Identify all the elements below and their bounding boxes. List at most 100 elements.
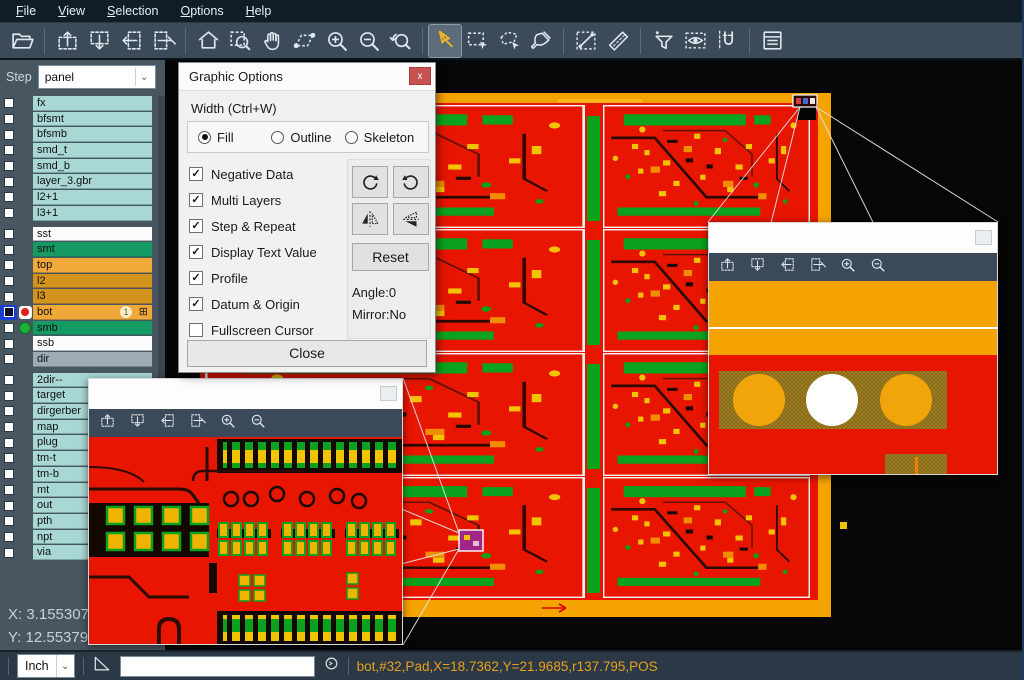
checkbox-display-text-value[interactable]: ✓Display Text Value	[189, 239, 317, 265]
board-move-left-icon[interactable]	[115, 25, 147, 57]
layer-row-bfsmb[interactable]: bfsmb	[0, 127, 165, 142]
dialog-title[interactable]: Graphic Options	[179, 63, 435, 91]
board-move-down-icon[interactable]	[129, 412, 146, 434]
layer-row-bot[interactable]: bot1⊞	[0, 305, 165, 320]
window-menu-button[interactable]	[975, 230, 992, 245]
layer-row-ssb[interactable]: ssb	[0, 336, 165, 351]
layer-row-layer_3.gbr[interactable]: layer_3.gbr	[0, 174, 165, 189]
layer-checkbox[interactable]	[0, 352, 17, 367]
layer-checkbox[interactable]	[0, 159, 17, 174]
layer-name[interactable]: smb	[33, 321, 152, 336]
layer-row-l3+1[interactable]: l3+1	[0, 206, 165, 221]
layer-checkbox[interactable]	[0, 190, 17, 205]
magnifier-view[interactable]	[709, 281, 997, 474]
layer-name[interactable]: l3	[33, 289, 152, 304]
zoom-area-icon[interactable]	[224, 25, 256, 57]
checkbox-negative-data[interactable]: ✓Negative Data	[189, 161, 317, 187]
layer-name[interactable]: smt	[33, 242, 152, 257]
magnifier-title-bar[interactable]	[709, 223, 997, 253]
layer-checkbox[interactable]	[0, 336, 17, 351]
layer-row-sst[interactable]: sst	[0, 227, 165, 242]
layer-checkbox[interactable]	[0, 530, 17, 545]
clear-brush-icon[interactable]	[525, 25, 557, 57]
ruler-icon[interactable]	[602, 25, 634, 57]
poly-select-icon[interactable]	[493, 25, 525, 57]
layer-checkbox[interactable]	[0, 404, 17, 419]
layer-checkbox[interactable]	[0, 127, 17, 142]
layer-panel-icon[interactable]	[756, 25, 788, 57]
layer-checkbox[interactable]	[0, 206, 17, 221]
flip-horizontal-button[interactable]	[352, 203, 388, 235]
layer-row-fx[interactable]: fx	[0, 96, 165, 111]
zoom-out-icon[interactable]	[869, 256, 886, 278]
zoom-in-icon[interactable]	[320, 25, 352, 57]
checkbox-step-repeat[interactable]: ✓Step & Repeat	[189, 213, 317, 239]
close-button[interactable]: Close	[187, 340, 427, 367]
menu-view[interactable]: View	[48, 2, 95, 20]
close-icon[interactable]: x	[409, 67, 431, 85]
layer-checkbox[interactable]	[0, 258, 17, 273]
layer-checkbox[interactable]	[0, 305, 17, 320]
layer-checkbox[interactable]	[0, 373, 17, 388]
layer-row-l3[interactable]: l3	[0, 289, 165, 304]
layer-row-top[interactable]: top	[0, 258, 165, 273]
layer-row-smb[interactable]: smb	[0, 321, 165, 336]
layer-checkbox[interactable]	[0, 242, 17, 257]
board-move-down-icon[interactable]	[83, 25, 115, 57]
layer-row-smd_b[interactable]: smd_b	[0, 159, 165, 174]
radio-fill[interactable]: Fill	[198, 130, 271, 145]
layer-checkbox[interactable]	[0, 420, 17, 435]
board-move-down-icon[interactable]	[749, 256, 766, 278]
layer-name[interactable]: l3+1	[33, 206, 152, 221]
layer-name[interactable]: bfsmb	[33, 127, 152, 142]
zoom-out-icon[interactable]	[352, 25, 384, 57]
layer-checkbox[interactable]	[0, 514, 17, 529]
reset-button[interactable]: Reset	[352, 243, 429, 271]
unit-dropdown[interactable]: Inch ⌄	[17, 654, 75, 678]
command-input[interactable]	[120, 656, 315, 677]
layer-checkbox[interactable]	[0, 174, 17, 189]
layer-row-smt[interactable]: smt	[0, 242, 165, 257]
filter-icon[interactable]	[647, 25, 679, 57]
layer-checkbox[interactable]	[0, 227, 17, 242]
layer-name[interactable]: bfsmt	[33, 112, 152, 127]
radio-outline[interactable]: Outline	[271, 130, 344, 145]
layer-checkbox[interactable]	[0, 289, 17, 304]
checkbox-profile[interactable]: ✓Profile	[189, 265, 317, 291]
home-view-icon[interactable]	[192, 25, 224, 57]
measure-distance-icon[interactable]	[570, 25, 602, 57]
layer-row-l2+1[interactable]: l2+1	[0, 190, 165, 205]
layer-name[interactable]: top	[33, 258, 152, 273]
board-move-up-icon[interactable]	[99, 412, 116, 434]
layer-checkbox[interactable]	[0, 498, 17, 513]
layer-checkbox[interactable]	[0, 112, 17, 127]
board-move-right-icon[interactable]	[189, 412, 206, 434]
open-folder-icon[interactable]	[6, 25, 38, 57]
zoom-out-icon[interactable]	[249, 412, 266, 434]
layer-checkbox[interactable]	[0, 274, 17, 289]
board-move-right-icon[interactable]	[809, 256, 826, 278]
radio-skeleton[interactable]: Skeleton	[345, 130, 418, 145]
layer-checkbox[interactable]	[0, 143, 17, 158]
board-move-right-icon[interactable]	[147, 25, 179, 57]
zoom-in-icon[interactable]	[839, 256, 856, 278]
step-dropdown[interactable]: panel ⌄	[38, 65, 156, 89]
layer-name[interactable]: fx	[33, 96, 152, 111]
layer-name[interactable]: layer_3.gbr	[33, 174, 152, 189]
board-move-up-icon[interactable]	[51, 25, 83, 57]
checkbox-datum-origin[interactable]: ✓Datum & Origin	[189, 291, 317, 317]
layer-row-dir[interactable]: dir	[0, 352, 165, 367]
pointer-select-icon[interactable]	[429, 25, 461, 57]
magnifier-view[interactable]	[89, 437, 402, 644]
magnifier-window-right[interactable]	[708, 222, 998, 475]
menu-file[interactable]: File	[6, 2, 46, 20]
zoom-in-icon[interactable]	[219, 412, 236, 434]
layer-name[interactable]: sst	[33, 227, 152, 242]
rotate-cw-button[interactable]	[352, 166, 388, 198]
layer-row-l2[interactable]: l2	[0, 274, 165, 289]
window-menu-button[interactable]	[380, 386, 397, 401]
view-options-icon[interactable]	[679, 25, 711, 57]
layer-checkbox[interactable]	[0, 483, 17, 498]
grid-icon[interactable]: ⊞	[139, 305, 148, 320]
layer-name[interactable]: smd_t	[33, 143, 152, 158]
